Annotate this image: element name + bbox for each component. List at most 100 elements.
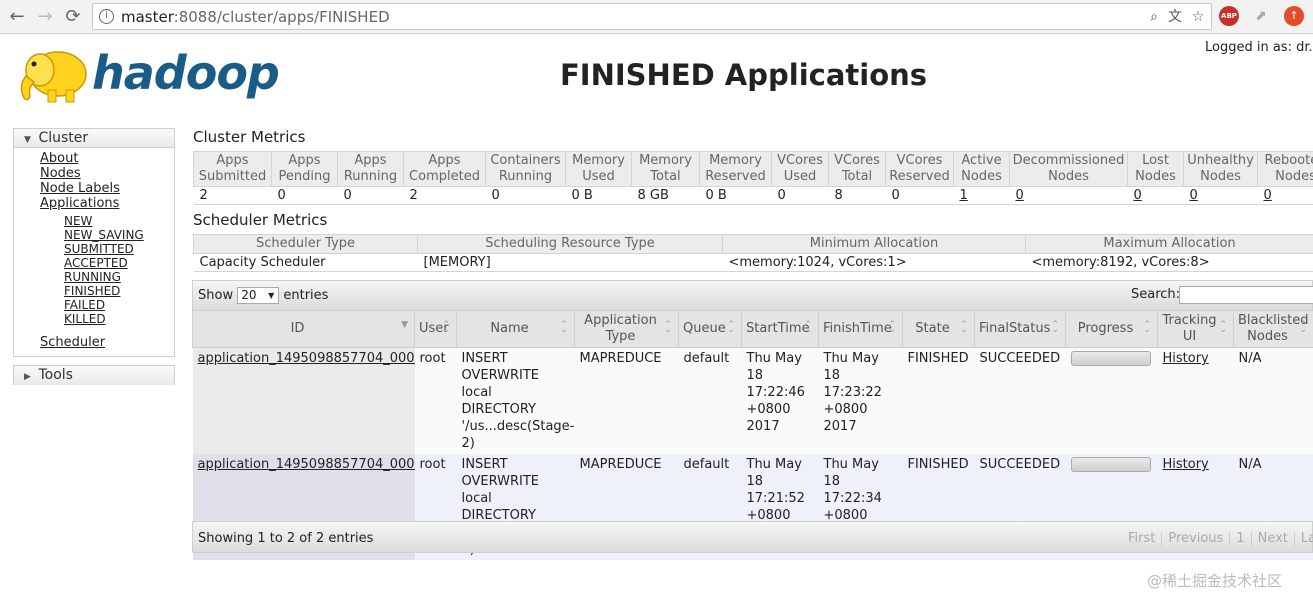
tools-section-toggle[interactable]: ▶ Tools xyxy=(14,366,174,385)
type-cell: MAPREDUCE xyxy=(574,347,679,454)
info-icon[interactable]: i xyxy=(99,9,114,24)
sidebar-link-applications[interactable]: Applications xyxy=(14,196,174,211)
translate-icon[interactable]: 文 xyxy=(1166,8,1184,26)
sidebar-link-scheduler[interactable]: Scheduler xyxy=(14,335,174,350)
column-header[interactable]: Blacklisted Nodes ⌃ ⌄ xyxy=(1233,310,1313,348)
browser-toolbar: ← → ⟳ i master:8088/cluster/apps/FINISHE… xyxy=(0,0,1313,34)
column-header[interactable]: Tracking UI ⌃ ⌄ xyxy=(1157,310,1234,348)
sidebar-link-failed[interactable]: FAILED xyxy=(14,298,174,312)
min-allocation-value: <memory:1024, vCores:1> xyxy=(722,253,1026,272)
final-status-cell: SUCCEEDED xyxy=(974,347,1066,454)
caret-down-icon: ▼ xyxy=(268,291,275,300)
cluster-metrics-table: Apps Submitted Apps Pending Apps Running Apps C… xyxy=(193,151,1313,205)
sidebar-link-killed[interactable]: KILLED xyxy=(14,312,174,326)
column-header[interactable]: State ⌃ ⌄ xyxy=(902,310,975,348)
pager-next[interactable]: Next xyxy=(1255,531,1291,546)
resource-type-value: [MEMORY] xyxy=(417,253,723,272)
sort-icon: ⌃ ⌄ xyxy=(1299,320,1307,335)
search-input[interactable] xyxy=(1179,286,1313,304)
cluster-metric-header: Apps Pending xyxy=(271,151,338,187)
sidebar-tools: ▶ Tools xyxy=(13,365,175,385)
url-text[interactable]: master:8088/cluster/apps/FINISHED xyxy=(121,8,390,26)
column-header[interactable]: Queue ⌃ ⌄ xyxy=(678,310,742,348)
page-size-select[interactable]: 20 ▼ xyxy=(237,287,280,304)
logged-in-label: Logged in as: dr.w xyxy=(1205,40,1313,55)
elephant-icon xyxy=(20,51,87,103)
cluster-metric-value: 0 xyxy=(485,186,566,205)
address-bar[interactable]: i master:8088/cluster/apps/FINISHED ⌕ 文 … xyxy=(92,3,1212,30)
cluster-metric-value: 0 xyxy=(271,186,338,205)
cluster-metric-value: 2 xyxy=(403,186,486,205)
sidebar-link-nodes[interactable]: Nodes xyxy=(14,166,174,181)
sidebar-link-accepted[interactable]: ACCEPTED xyxy=(14,256,174,270)
bookmark-star-icon[interactable]: ☆ xyxy=(1189,8,1207,26)
app-id-link[interactable]: application_1495098857704_0002 xyxy=(198,351,415,366)
adblock-icon[interactable]: ABP xyxy=(1219,6,1239,26)
history-link[interactable]: History xyxy=(1163,457,1209,472)
column-header[interactable]: ID ▼ xyxy=(192,310,415,348)
triangle-right-icon: ▶ xyxy=(24,372,31,382)
cluster-metric-link[interactable]: 0 xyxy=(1264,188,1272,203)
progress-bar xyxy=(1070,351,1151,366)
start-time-cell: Thu May 18 17:22:46 +0800 2017 xyxy=(741,347,819,454)
column-header[interactable]: User ⌃ ⌄ xyxy=(414,310,457,348)
sort-icon: ⌃ ⌄ xyxy=(804,320,812,335)
pagination: First Previous 1 Next Last xyxy=(1125,531,1313,546)
cluster-metric-value: 0 xyxy=(885,186,954,205)
column-header[interactable]: Name ⌃ ⌄ xyxy=(456,310,575,348)
cluster-metric-value: 0 xyxy=(1257,186,1313,205)
cluster-metric-header: Apps Submitted xyxy=(193,151,272,187)
history-link[interactable]: History xyxy=(1163,351,1209,366)
sidebar-link-new-saving[interactable]: NEW_SAVING xyxy=(14,228,174,242)
queue-cell: default xyxy=(678,347,742,454)
pager-page-1[interactable]: 1 xyxy=(1233,531,1247,546)
sidebar-link-about[interactable]: About xyxy=(14,151,174,166)
cluster-metric-value: 0 xyxy=(1183,186,1258,205)
zoom-icon[interactable]: ⌕ xyxy=(1145,8,1163,26)
table-footer: Showing 1 to 2 of 2 entries First Previou… xyxy=(192,521,1313,553)
cluster-metric-header: Memory Used xyxy=(565,151,632,187)
pager-last[interactable]: Last xyxy=(1298,531,1313,546)
table-toolbar: Show 20 ▼ entries Search: xyxy=(192,280,1313,310)
sort-icon: ⌃ ⌄ xyxy=(1051,320,1059,335)
sidebar-link-new[interactable]: NEW xyxy=(14,214,174,228)
column-header[interactable]: StartTime ⌃ ⌄ xyxy=(741,310,819,348)
max-allocation-value: <memory:8192, vCores:8> xyxy=(1025,253,1313,272)
pager-first[interactable]: First xyxy=(1125,531,1158,546)
applications-header-row: ID ▼ User ⌃ ⌄ Name ⌃ ⌄ Application Type ⌃ ⌄ Queue ⌃ ⌄ S… xyxy=(192,310,1313,348)
back-arrow-icon[interactable]: ← xyxy=(4,4,30,30)
column-header[interactable]: FinalStatus ⌃ ⌄ xyxy=(974,310,1066,348)
column-header[interactable]: Application Type ⌃ ⌄ xyxy=(574,310,679,348)
sort-desc-icon: ▼ xyxy=(401,320,408,330)
cluster-metric-value: 8 xyxy=(828,186,886,205)
pdf-extension-icon[interactable]: ⬈ xyxy=(1251,6,1271,26)
pager-previous[interactable]: Previous xyxy=(1165,531,1226,546)
reload-icon[interactable]: ⟳ xyxy=(60,4,86,30)
scheduler-metrics-header-row: Scheduler Type Scheduling Resource Type … xyxy=(193,234,1313,254)
cluster-section-toggle[interactable]: ▼ Cluster xyxy=(14,129,174,148)
cluster-metric-header: Unhealthy Nodes xyxy=(1183,151,1258,187)
sidebar-link-running[interactable]: RUNNING xyxy=(14,270,174,284)
cluster-metric-link[interactable]: 0 xyxy=(1016,188,1024,203)
cluster-metric-value: 0 B xyxy=(699,186,772,205)
column-header[interactable]: Progress ⌃ ⌄ xyxy=(1065,310,1158,348)
app-id-link[interactable]: application_1495098857704_0001 xyxy=(198,457,415,472)
cluster-metric-link[interactable]: 1 xyxy=(960,188,968,203)
cluster-metric-link[interactable]: 0 xyxy=(1134,188,1142,203)
showing-entries-info: Showing 1 to 2 of 2 entries xyxy=(198,531,374,546)
forward-arrow-icon[interactable]: → xyxy=(32,4,58,30)
extension-up-icon[interactable]: ↑ xyxy=(1284,6,1304,26)
scheduler-metrics-title: Scheduler Metrics xyxy=(193,211,328,229)
sidebar-link-node-labels[interactable]: Node Labels xyxy=(14,181,174,196)
triangle-down-icon: ▼ xyxy=(24,135,31,145)
cluster-metric-value: 1 xyxy=(953,186,1010,205)
scheduler-type-value: Capacity Scheduler xyxy=(193,253,418,272)
column-header[interactable]: FinishTime ⌃ ⌄ xyxy=(818,310,903,348)
sidebar-link-submitted[interactable]: SUBMITTED xyxy=(14,242,174,256)
scheduler-metrics-value-row: Capacity Scheduler [MEMORY] <memory:1024… xyxy=(193,253,1313,272)
sort-icon: ⌃ ⌄ xyxy=(960,320,968,335)
sidebar-link-finished[interactable]: FINISHED xyxy=(14,284,174,298)
cluster-metric-link[interactable]: 0 xyxy=(1190,188,1198,203)
cluster-metric-value: 8 GB xyxy=(631,186,700,205)
th-scheduler-type: Scheduler Type xyxy=(193,234,418,254)
